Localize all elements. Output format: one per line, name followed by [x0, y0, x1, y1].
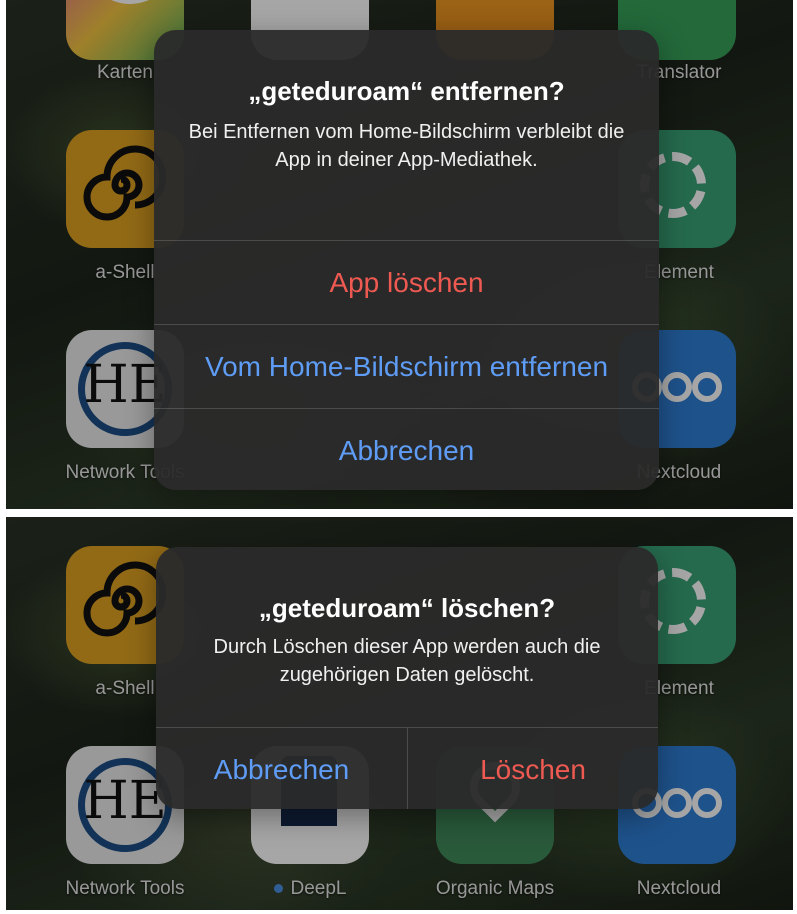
alert-message: Durch Löschen dieser App werden auch die…: [213, 636, 601, 686]
delete-app-alert: „geteduroam“ löschen? Durch Löschen dies…: [156, 547, 658, 809]
delete-button[interactable]: Löschen: [408, 728, 658, 809]
home-screen-top: Karten Translator a-Shell Element HE Net…: [6, 0, 793, 509]
remove-app-alert: „geteduroam“ entfernen? Bei Entfernen vo…: [154, 30, 659, 490]
remove-from-home-button[interactable]: Vom Home-Bildschirm entfernen: [154, 325, 659, 408]
cancel-button[interactable]: Abbrechen: [156, 728, 407, 809]
home-screen-bottom: a-Shell Element HE Network Tools DeepL O…: [6, 517, 793, 910]
cancel-button[interactable]: Abbrechen: [154, 409, 659, 490]
alert-title: „geteduroam“ entfernen?: [248, 76, 565, 106]
alert-title: „geteduroam“ löschen?: [258, 593, 556, 623]
alert-message: Bei Entfernen vom Home-Bildschirm verble…: [188, 121, 625, 171]
delete-app-button[interactable]: App löschen: [154, 241, 659, 324]
